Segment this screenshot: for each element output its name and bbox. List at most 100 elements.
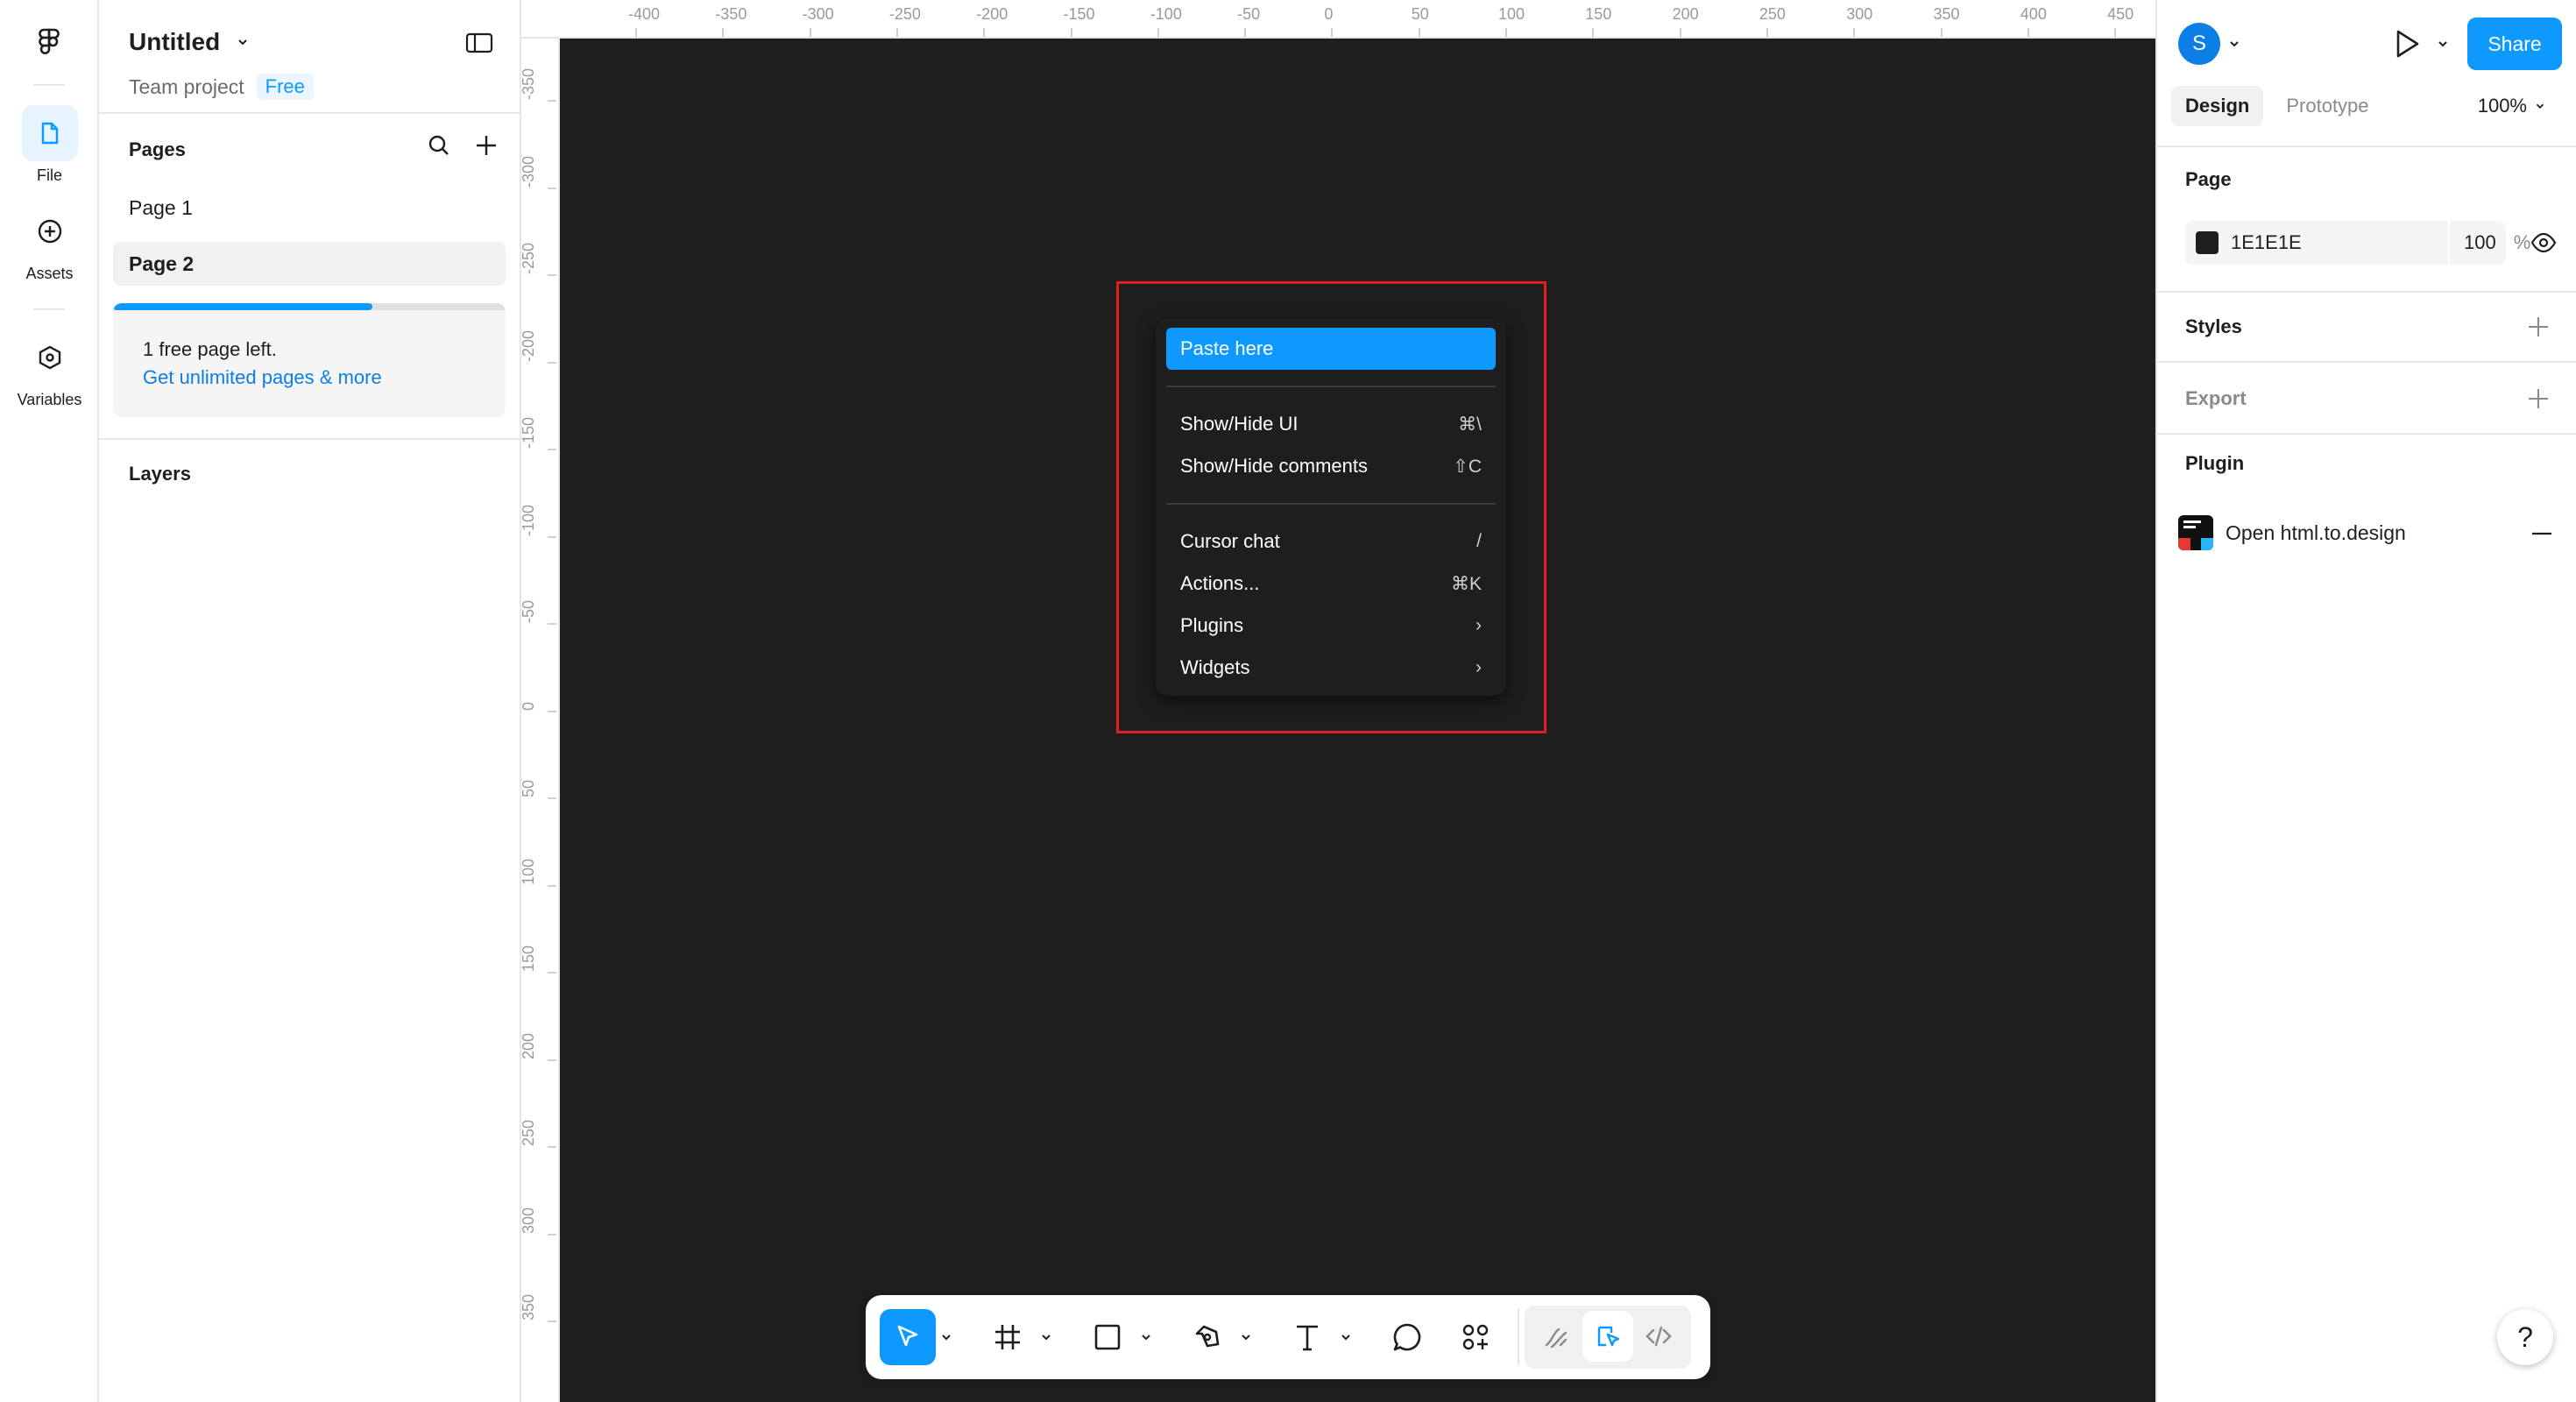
pen-tool-icon[interactable] [1179,1309,1235,1365]
chevron-down-icon [238,39,247,46]
frame-tool-icon[interactable] [980,1309,1036,1365]
ruler-tick [1679,28,1681,37]
avatar[interactable]: S [2178,23,2220,65]
ruler-tick-label: 50 [1411,5,1429,23]
figma-logo-icon[interactable] [33,26,65,58]
text-tool-icon[interactable] [1279,1309,1335,1365]
share-button[interactable]: Share [2467,18,2562,70]
rail-item-variables[interactable]: Variables [0,329,99,409]
chevron-down-icon[interactable] [939,1330,953,1344]
vertical-ruler: -350 -300 -250 -200 -150 -100 -50 0 50 100 150 200 2… [521,39,560,1402]
ruler-tick-label: 300 [521,1207,537,1234]
page-item-1[interactable]: Page 1 [113,186,506,230]
help-button[interactable]: ? [2497,1309,2553,1365]
page-color-value[interactable]: 1E1E1E [2231,231,2302,254]
opacity-value[interactable]: 100 [2464,231,2496,254]
menu-item-paste-here[interactable]: Paste here [1166,328,1496,370]
ruler-tick-label: 450 [2107,5,2134,23]
divider [2157,433,2576,435]
menu-item-label: Actions... [1180,572,1260,594]
ruler-tick-label: 200 [521,1032,537,1059]
chevron-down-icon[interactable] [1239,1330,1253,1344]
menu-item-actions[interactable]: Actions... ⌘K [1166,563,1496,605]
ruler-tick-label: -350 [715,5,747,23]
move-tool-icon[interactable] [880,1309,936,1365]
page-item-2[interactable]: Page 2 [113,242,506,286]
chevron-down-icon[interactable] [2436,37,2450,51]
rectangle-tool-icon[interactable] [1079,1309,1136,1365]
canvas[interactable]: Paste here Show/Hide UI ⌘\ Show/Hide com… [560,39,2155,1402]
page-color-field[interactable]: 1E1E1E 100 % [2185,221,2530,265]
ruler-tick [548,449,556,450]
play-icon[interactable] [2388,26,2424,66]
file-title-menu[interactable]: Untitled [129,28,250,56]
zoom-menu[interactable]: 100% [2478,95,2546,117]
dev-mode-icon[interactable] [1633,1311,1684,1362]
ruler-tick-label: -350 [521,67,537,100]
tab-prototype[interactable]: Prototype [2272,86,2382,126]
menu-item-widgets[interactable]: Widgets › [1166,647,1496,689]
ruler-tick-label: -300 [802,5,834,23]
plugin-item[interactable]: Open html.to.design [2178,515,2406,550]
divider [2157,291,2576,293]
ruler-tick [2027,28,2029,37]
menu-item-label: Widgets [1180,656,1250,678]
pages-actions [427,133,499,162]
ruler-tick [1505,28,1507,37]
ruler-tick-label: 300 [1846,5,1873,23]
draw-mode-icon[interactable] [1532,1311,1582,1362]
ruler-tick [548,884,556,887]
menu-item-shortcut: ⌘K [1450,573,1482,594]
add-style-icon[interactable] [2527,315,2550,338]
color-swatch[interactable] [2196,231,2219,254]
ruler-tick-label: -50 [521,599,537,623]
search-icon[interactable] [427,133,451,162]
bottom-toolbar [866,1295,1710,1379]
chevron-down-icon[interactable] [1039,1330,1053,1344]
opacity-field[interactable]: 100 % [2448,221,2530,265]
menu-item-label: Paste here [1180,337,1274,359]
upgrade-link[interactable]: Get unlimited pages & more [143,366,382,389]
actions-tool-icon[interactable] [1447,1309,1504,1365]
ruler-tick [2114,28,2117,37]
mode-switcher [1525,1306,1691,1369]
tab-design[interactable]: Design [2171,86,2264,126]
ruler-tick [809,28,811,37]
ruler-tick [1766,28,1768,37]
chevron-down-icon[interactable] [1139,1330,1153,1344]
ruler-tick [548,623,556,625]
ruler-tick-label: 150 [521,945,537,972]
ruler-tick-label: -250 [888,5,921,23]
ruler-tick-label: -300 [521,155,537,188]
ruler-tick-label: 0 [1324,5,1334,23]
add-export-icon[interactable] [2527,387,2550,410]
ruler-tick-label: 350 [1933,5,1960,23]
menu-item-show-hide-ui[interactable]: Show/Hide UI ⌘\ [1166,403,1496,445]
rail-item-assets[interactable]: Assets [0,203,99,283]
comment-tool-icon[interactable] [1379,1309,1435,1365]
ruler-tick [548,361,556,364]
chevron-down-icon[interactable] [1339,1330,1353,1344]
add-page-icon[interactable] [474,133,499,162]
menu-item-plugins[interactable]: Plugins › [1166,605,1496,647]
ruler-tick [548,797,556,799]
ruler-tick-label: -150 [1063,5,1095,23]
ruler-tick-label: 350 [521,1293,537,1321]
plan-badge[interactable]: Free [256,74,314,100]
toolbar-divider [1518,1309,1519,1365]
menu-item-label: Plugins [1180,614,1244,636]
design-mode-icon[interactable] [1582,1311,1633,1362]
chevron-down-icon[interactable] [2227,37,2241,51]
project-name[interactable]: Team project [129,75,244,99]
ruler-tick-label: -100 [521,504,537,536]
remove-plugin-icon[interactable] [2530,522,2553,545]
ruler-tick [1853,28,1856,37]
menu-item-show-hide-comments[interactable]: Show/Hide comments ⇧C [1166,445,1496,487]
sidebar-toggle-icon[interactable] [465,32,493,54]
ruler-tick-label: 100 [521,858,537,885]
rail-item-file[interactable]: File [0,105,99,185]
eye-icon[interactable] [2530,230,2557,260]
page-section-title: Page [2185,168,2232,190]
menu-item-cursor-chat[interactable]: Cursor chat / [1166,520,1496,563]
rail-label-assets: Assets [25,265,74,282]
